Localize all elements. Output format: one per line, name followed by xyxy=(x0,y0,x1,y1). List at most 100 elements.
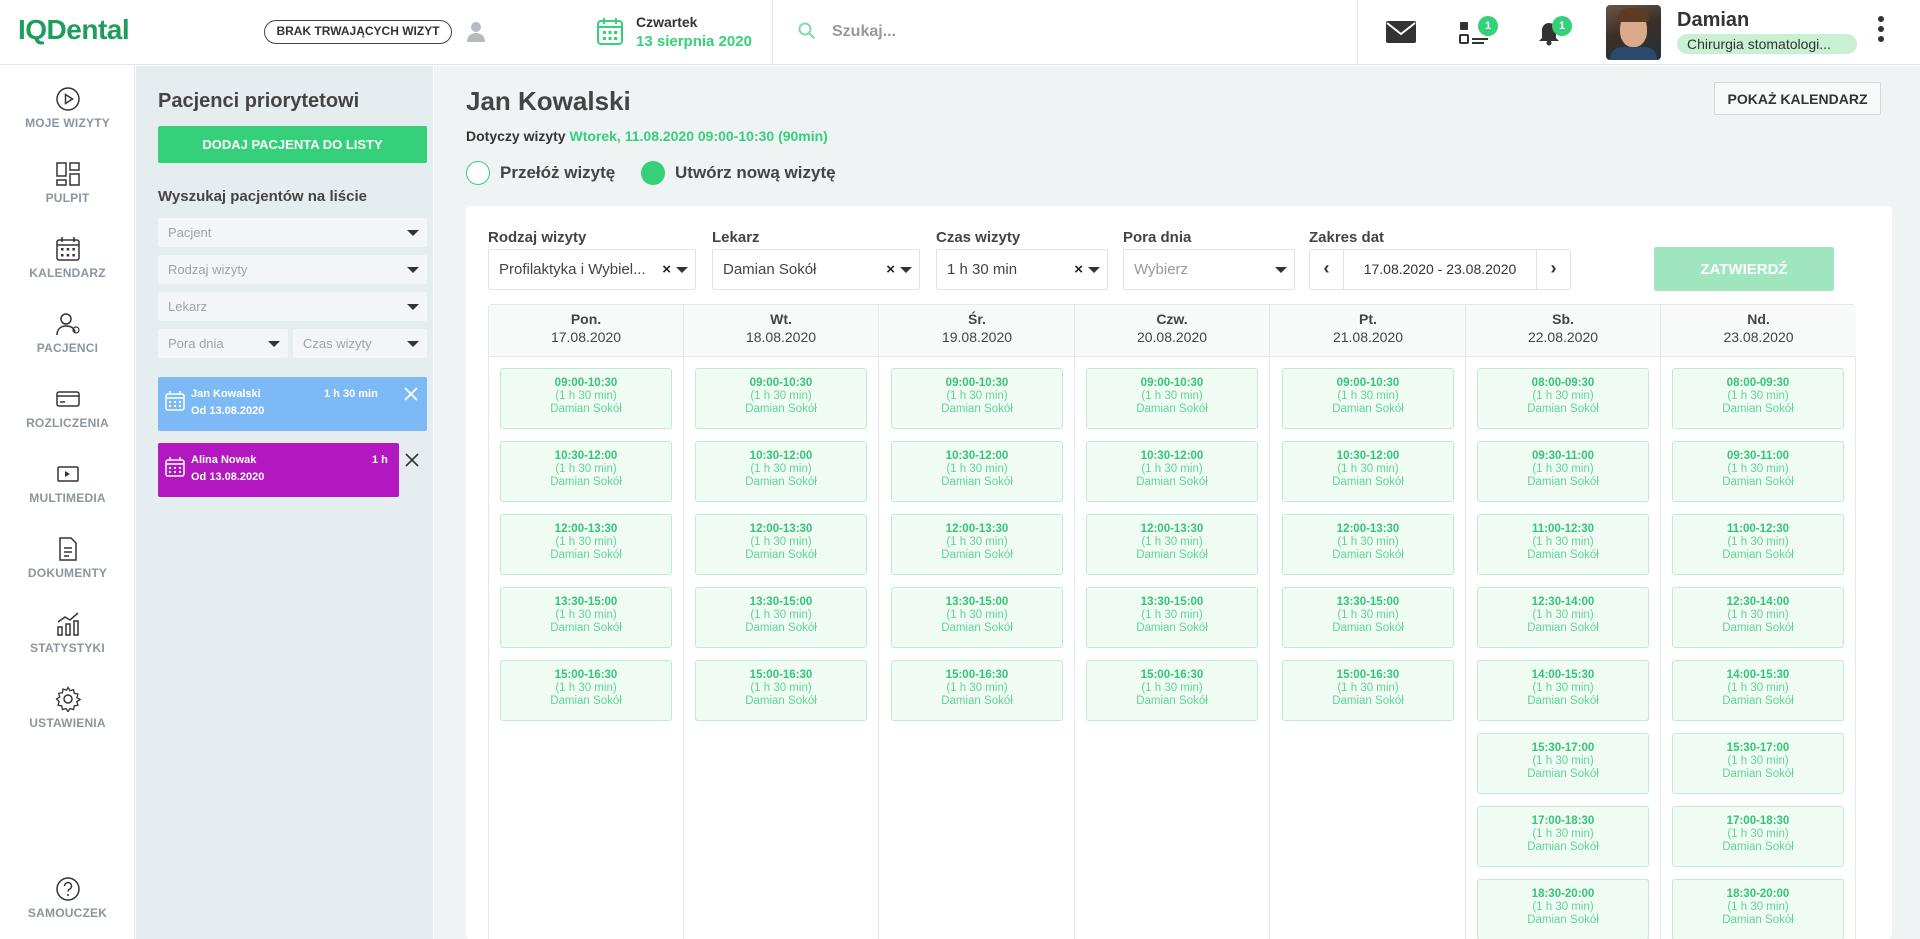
duration-select[interactable]: 1 h 30 min × xyxy=(936,249,1108,290)
time-slot[interactable]: 13:30-15:00 (1 h 30 min) Damian Sokół xyxy=(891,587,1063,648)
doctor-filter-select[interactable]: Lekarz xyxy=(158,292,427,321)
time-slot[interactable]: 12:00-13:30 (1 h 30 min) Damian Sokół xyxy=(1086,514,1258,575)
date-range-value[interactable]: 17.08.2020 - 23.08.2020 xyxy=(1344,250,1536,289)
confirm-button[interactable]: ZATWIERDŹ xyxy=(1654,247,1834,291)
time-slot[interactable]: 09:30-11:00 (1 h 30 min) Damian Sokół xyxy=(1477,441,1649,502)
time-of-day-select[interactable]: Wybierz xyxy=(1123,249,1295,290)
time-slot[interactable]: 10:30-12:00 (1 h 30 min) Damian Sokół xyxy=(1086,441,1258,502)
mail-icon[interactable] xyxy=(1385,20,1417,44)
chevron-right-icon[interactable]: › xyxy=(1536,250,1570,289)
search-input[interactable] xyxy=(832,18,1232,46)
time-slot[interactable]: 11:00-12:30 (1 h 30 min) Damian Sokół xyxy=(1477,514,1649,575)
nav-item-settings[interactable]: USTAWIENIA xyxy=(0,686,135,746)
visit-type-select[interactable]: Profilaktyka i Wybiel... × xyxy=(488,249,696,290)
visit-type-filter-select[interactable]: Rodzaj wizyty xyxy=(158,255,427,284)
slot-duration: (1 h 30 min) xyxy=(1532,755,1594,767)
nav-label: DOKUMENTY xyxy=(27,566,108,580)
time-slot[interactable]: 10:30-12:00 (1 h 30 min) Damian Sokół xyxy=(500,441,672,502)
doctor-select[interactable]: Damian Sokół × xyxy=(712,249,920,290)
select-value: Profilaktyka i Wybiel... xyxy=(499,261,646,278)
time-slot[interactable]: 12:00-13:30 (1 h 30 min) Damian Sokół xyxy=(695,514,867,575)
calendar-icon xyxy=(55,237,80,261)
nav-item-multimedia[interactable]: MULTIMEDIA xyxy=(0,461,135,521)
time-slot[interactable]: 15:00-16:30 (1 h 30 min) Damian Sokół xyxy=(695,660,867,721)
time-slot[interactable]: 09:30-11:00 (1 h 30 min) Damian Sokół xyxy=(1672,441,1844,502)
more-options-icon[interactable] xyxy=(1876,16,1886,48)
time-slot[interactable]: 14:00-15:30 (1 h 30 min) Damian Sokół xyxy=(1477,660,1649,721)
priority-patient-card[interactable]: Jan Kowalski 1 h 30 min Od 13.08.2020 xyxy=(158,377,427,431)
time-slot[interactable]: 12:30-14:00 (1 h 30 min) Damian Sokół xyxy=(1672,587,1844,648)
time-slot[interactable]: 18:30-20:00 (1 h 30 min) Damian Sokół xyxy=(1477,879,1649,939)
app-logo[interactable]: IQDental xyxy=(18,14,130,46)
time-slot[interactable]: 09:00-10:30 (1 h 30 min) Damian Sokół xyxy=(1086,368,1258,429)
scheduler-card: Rodzaj wizyty Profilaktyka i Wybiel... × … xyxy=(466,206,1892,939)
time-slot[interactable]: 13:30-15:00 (1 h 30 min) Damian Sokół xyxy=(695,587,867,648)
time-slot[interactable]: 09:00-10:30 (1 h 30 min) Damian Sokół xyxy=(500,368,672,429)
time-slot[interactable]: 12:00-13:30 (1 h 30 min) Damian Sokół xyxy=(1282,514,1454,575)
time-slot[interactable]: 15:30-17:00 (1 h 30 min) Damian Sokół xyxy=(1477,733,1649,794)
time-slot[interactable]: 09:00-10:30 (1 h 30 min) Damian Sokół xyxy=(695,368,867,429)
chevron-left-icon[interactable]: ‹ xyxy=(1310,250,1344,289)
time-slot[interactable]: 15:00-16:30 (1 h 30 min) Damian Sokół xyxy=(500,660,672,721)
time-slot[interactable]: 12:30-14:00 (1 h 30 min) Damian Sokół xyxy=(1477,587,1649,648)
time-slot[interactable]: 13:30-15:00 (1 h 30 min) Damian Sokół xyxy=(1282,587,1454,648)
time-slot[interactable]: 08:00-09:30 (1 h 30 min) Damian Sokół xyxy=(1672,368,1844,429)
slot-duration: (1 h 30 min) xyxy=(1337,682,1399,694)
user-avatar[interactable] xyxy=(1606,5,1661,60)
slot-doctor: Damian Sokół xyxy=(1332,476,1404,488)
ongoing-visits-status[interactable]: BRAK TRWAJĄCYCH WIZYT xyxy=(264,20,452,44)
show-calendar-button[interactable]: POKAŻ KALENDARZ xyxy=(1714,82,1881,115)
time-slot[interactable]: 15:00-16:30 (1 h 30 min) Damian Sokół xyxy=(1282,660,1454,721)
day-date: 23.08.2020 xyxy=(1723,329,1794,345)
time-slot[interactable]: 12:00-13:30 (1 h 30 min) Damian Sokół xyxy=(500,514,672,575)
nav-item-dashboard[interactable]: PULPIT xyxy=(0,161,135,221)
priority-patient-card[interactable]: Alina Nowak 1 h Od 13.08.2020 xyxy=(158,443,399,497)
add-patient-button[interactable]: DODAJ PACJENTA DO LISTY xyxy=(158,126,427,163)
time-slot[interactable]: 17:00-18:30 (1 h 30 min) Damian Sokół xyxy=(1477,806,1649,867)
nav-item-documents[interactable]: DOKUMENTY xyxy=(0,536,135,596)
time-slot[interactable]: 17:00-18:30 (1 h 30 min) Damian Sokół xyxy=(1672,806,1844,867)
time-slot[interactable]: 10:30-12:00 (1 h 30 min) Damian Sokół xyxy=(891,441,1063,502)
new-visit-radio[interactable]: Utwórz nową wizytę xyxy=(641,160,861,186)
clear-icon[interactable]: × xyxy=(662,250,671,289)
document-icon xyxy=(58,537,77,561)
chevron-down-icon xyxy=(900,267,912,273)
patient-filter-select[interactable]: Pacjent xyxy=(158,218,427,247)
nav-item-tutorial[interactable]: SAMOUCZEK xyxy=(0,876,135,936)
priority-patient-since: Od 13.08.2020 xyxy=(191,471,265,483)
nav-item-billing[interactable]: ROZLICZENIA xyxy=(0,386,135,446)
slot-doctor: Damian Sokół xyxy=(1136,476,1208,488)
slot-duration: (1 h 30 min) xyxy=(1141,536,1203,548)
time-slot[interactable]: 15:00-16:30 (1 h 30 min) Damian Sokół xyxy=(1086,660,1258,721)
reschedule-radio[interactable]: Przełóż wizytę xyxy=(466,160,636,186)
clear-icon[interactable]: × xyxy=(886,250,895,289)
nav-item-patients[interactable]: PACJENCI xyxy=(0,311,135,371)
slot-duration: (1 h 30 min) xyxy=(946,682,1008,694)
close-icon[interactable] xyxy=(403,386,419,402)
time-slot[interactable]: 13:30-15:00 (1 h 30 min) Damian Sokół xyxy=(1086,587,1258,648)
clear-icon[interactable]: × xyxy=(1074,250,1083,289)
time-slot[interactable]: 15:00-16:30 (1 h 30 min) Damian Sokół xyxy=(891,660,1063,721)
time-slot[interactable]: 13:30-15:00 (1 h 30 min) Damian Sokół xyxy=(500,587,672,648)
time-slot[interactable]: 12:00-13:30 (1 h 30 min) Damian Sokół xyxy=(891,514,1063,575)
user-name[interactable]: Damian xyxy=(1677,9,1749,32)
nav-item-statistics[interactable]: STATYSTYKI xyxy=(0,611,135,671)
time-slot[interactable]: 10:30-12:00 (1 h 30 min) Damian Sokół xyxy=(1282,441,1454,502)
time-slot[interactable]: 14:00-15:30 (1 h 30 min) Damian Sokół xyxy=(1672,660,1844,721)
slot-doctor: Damian Sokół xyxy=(1722,403,1794,415)
time-slot[interactable]: 11:00-12:30 (1 h 30 min) Damian Sokół xyxy=(1672,514,1844,575)
day-column: Nd. 23.08.2020 08:00-09:30 (1 h 30 min) Dami… xyxy=(1661,305,1856,939)
nav-item-calendar[interactable]: KALENDARZ xyxy=(0,236,135,296)
nav-label: MOJE WIZYTY xyxy=(25,116,110,130)
visit-time-filter-select[interactable]: Czas wizyty xyxy=(293,329,427,358)
time-slot[interactable]: 09:00-10:30 (1 h 30 min) Damian Sokół xyxy=(891,368,1063,429)
time-of-day-filter-select[interactable]: Pora dnia xyxy=(158,329,288,358)
time-slot[interactable]: 15:30-17:00 (1 h 30 min) Damian Sokół xyxy=(1672,733,1844,794)
time-slot[interactable]: 08:00-09:30 (1 h 30 min) Damian Sokół xyxy=(1477,368,1649,429)
nav-item-my-visits[interactable]: MOJE WIZYTY xyxy=(0,86,135,146)
slot-doctor: Damian Sokół xyxy=(1722,622,1794,634)
time-slot[interactable]: 09:00-10:30 (1 h 30 min) Damian Sokół xyxy=(1282,368,1454,429)
close-icon[interactable] xyxy=(404,452,420,468)
time-slot[interactable]: 10:30-12:00 (1 h 30 min) Damian Sokół xyxy=(695,441,867,502)
time-slot[interactable]: 18:30-20:00 (1 h 30 min) Damian Sokół xyxy=(1672,879,1844,939)
